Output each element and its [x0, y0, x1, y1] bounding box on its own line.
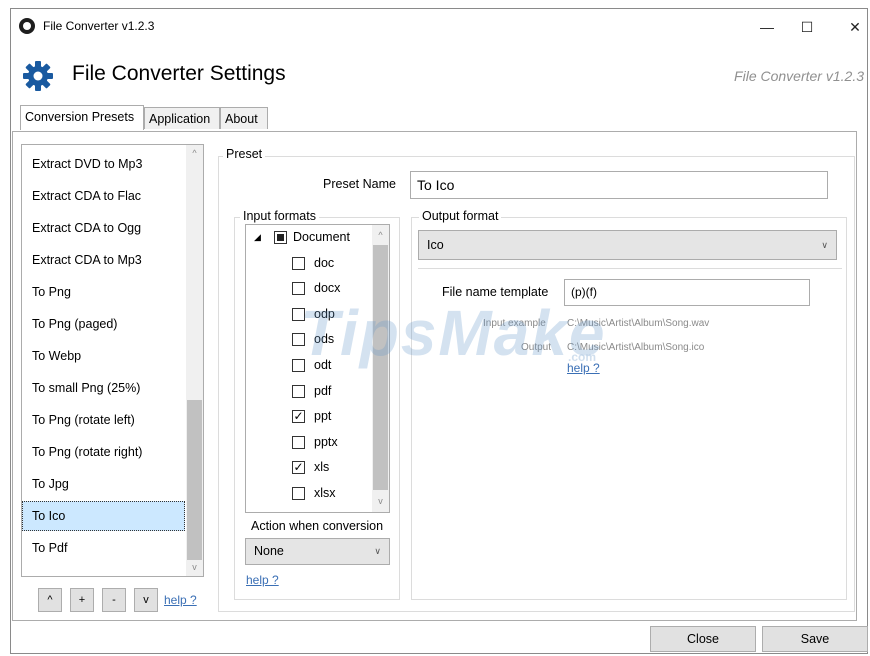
list-item[interactable]: Extract CDA to Flac — [22, 181, 185, 211]
chevron-down-icon: ∨ — [374, 546, 381, 556]
tab-application[interactable]: Application — [144, 107, 220, 129]
app-icon — [19, 18, 35, 34]
input-example-label: Input example — [483, 318, 546, 329]
checkbox-checked[interactable]: ✓ — [292, 410, 305, 423]
list-item-selected[interactable]: To Ico — [22, 501, 185, 531]
action-label: Action when conversion — [251, 519, 384, 533]
scroll-up-icon[interactable]: ^ — [372, 227, 389, 244]
page-title: File Converter Settings — [72, 62, 286, 85]
checkbox[interactable] — [292, 359, 305, 372]
output-format-select[interactable]: Ico ∨ — [418, 230, 837, 260]
preset-list[interactable]: Extract DVD to Mp3 Extract CDA to Flac E… — [21, 144, 204, 577]
output-example-label: Output — [521, 342, 552, 353]
checkbox-checked[interactable]: ✓ — [292, 461, 305, 474]
move-up-button[interactable]: ^ — [38, 588, 62, 612]
template-input[interactable]: (p)(f) — [564, 279, 810, 306]
action-select-value: None — [254, 544, 284, 558]
checkbox[interactable] — [292, 333, 305, 346]
checkbox[interactable] — [292, 436, 305, 449]
move-down-button[interactable]: v — [134, 588, 158, 612]
checkbox[interactable] — [292, 282, 305, 295]
list-item[interactable]: Extract CDA to Ogg — [22, 213, 185, 243]
scroll-thumb[interactable] — [187, 400, 202, 560]
template-label: File name template — [442, 285, 549, 299]
window-title: File Converter v1.2.3 — [43, 19, 155, 33]
format-label: docx — [314, 281, 341, 295]
scroll-up-icon[interactable]: ^ — [186, 145, 203, 162]
format-label: xlsx — [314, 486, 336, 500]
list-item[interactable]: Extract DVD to Mp3 — [22, 149, 185, 179]
tab-conversion-presets[interactable]: Conversion Presets — [20, 105, 144, 130]
version-label: File Converter v1.2.3 — [734, 68, 864, 84]
format-label: odt — [314, 358, 332, 372]
output-format-value: Ico — [427, 238, 444, 252]
list-item[interactable]: To Png (rotate right) — [22, 437, 185, 467]
list-item[interactable]: To Jpg — [22, 469, 185, 499]
scroll-down-icon[interactable]: v — [186, 559, 203, 576]
input-formats-label: Input formats — [240, 209, 319, 223]
preset-group-label: Preset — [223, 147, 266, 161]
close-button[interactable]: Close — [650, 626, 756, 652]
preset-list-scrollbar[interactable]: ^ v — [186, 145, 203, 576]
format-label: xls — [314, 460, 330, 474]
presets-help-link[interactable]: help ? — [164, 593, 197, 607]
add-preset-button[interactable]: + — [70, 588, 94, 612]
input-help-link[interactable]: help ? — [246, 573, 279, 587]
input-formats-tree[interactable]: ◢ Document doc docx odp ods odt pdf ✓ pp… — [245, 224, 390, 513]
preset-name-label: Preset Name — [323, 177, 396, 191]
list-item[interactable]: Extract CDA to Mp3 — [22, 245, 185, 275]
input-example-value: C:\Music\Artist\Album\Song.wav — [567, 318, 710, 329]
tree-scrollbar[interactable]: ^ v — [372, 225, 389, 512]
format-label: ods — [314, 332, 335, 346]
output-format-group — [411, 217, 847, 600]
minimize-button[interactable]: — — [753, 15, 781, 39]
list-item[interactable]: To Pdf — [22, 533, 185, 563]
title-bar: File Converter v1.2.3 — ☐ ✕ — [11, 9, 867, 45]
gear-icon — [23, 61, 53, 91]
list-item[interactable]: To small Png (25%) — [22, 373, 185, 403]
tab-about[interactable]: About — [220, 107, 268, 129]
tree-category-label: Document — [293, 230, 350, 244]
output-format-label: Output format — [419, 209, 502, 223]
maximize-button[interactable]: ☐ — [793, 15, 821, 39]
action-select[interactable]: None ∨ — [245, 538, 390, 565]
chevron-down-icon: ∨ — [821, 240, 828, 250]
save-button[interactable]: Save — [762, 626, 868, 652]
divider — [418, 268, 842, 269]
close-window-button[interactable]: ✕ — [841, 15, 869, 39]
format-label: pptx — [314, 435, 338, 449]
list-item[interactable]: To Png — [22, 277, 185, 307]
list-item[interactable]: To Png (rotate left) — [22, 405, 185, 435]
expand-arrow-icon[interactable]: ◢ — [254, 225, 261, 250]
format-label: ppt — [314, 409, 332, 423]
checkbox[interactable] — [292, 487, 305, 500]
list-item[interactable]: To Webp — [22, 341, 185, 371]
checkbox[interactable] — [292, 308, 305, 321]
scroll-down-icon[interactable]: v — [372, 493, 389, 510]
format-label: pdf — [314, 384, 332, 398]
output-help-link[interactable]: help ? — [567, 361, 600, 375]
preset-name-input[interactable]: To Ico — [410, 171, 828, 199]
format-label: doc — [314, 256, 335, 270]
list-item[interactable]: To Png (paged) — [22, 309, 185, 339]
output-example-value: C:\Music\Artist\Album\Song.ico — [567, 342, 705, 353]
scroll-thumb[interactable] — [373, 245, 388, 490]
remove-preset-button[interactable]: - — [102, 588, 126, 612]
format-label: odp — [314, 307, 335, 321]
checkbox[interactable] — [292, 257, 305, 270]
checkbox[interactable] — [292, 385, 305, 398]
category-checkbox[interactable] — [274, 231, 287, 244]
